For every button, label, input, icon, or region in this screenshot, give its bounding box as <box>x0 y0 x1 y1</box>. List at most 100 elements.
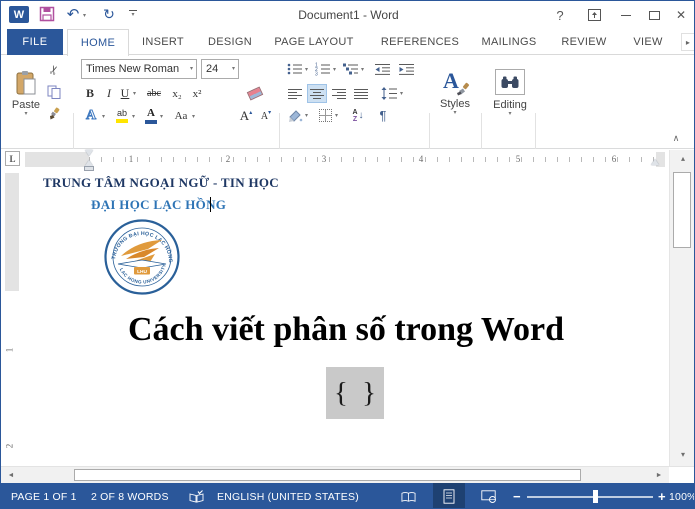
multilevel-dropdown-icon[interactable]: ▾ <box>361 67 364 73</box>
scroll-left-button[interactable]: ◄ <box>3 467 19 483</box>
highlight-button[interactable]: ab <box>113 106 131 126</box>
tab-page-layout[interactable]: PAGE LAYOUT <box>269 29 359 55</box>
undo-button[interactable]: ↶ <box>63 3 83 25</box>
grow-font-button[interactable]: A▴ <box>237 106 255 126</box>
tab-mailings[interactable]: MAILINGS <box>477 29 541 55</box>
read-mode-button[interactable] <box>395 483 421 509</box>
document-canvas[interactable]: 1 2 TRUNG TÂM NGOẠI NGỮ - TIN HỌC ĐẠI HỌ… <box>1 171 669 466</box>
underline-dropdown-icon[interactable]: ▾ <box>133 91 136 97</box>
word-count[interactable]: 2 OF 8 WORDS <box>91 483 169 509</box>
redo-button[interactable]: ↻ <box>99 3 119 25</box>
increase-indent-button[interactable] <box>397 60 417 78</box>
zoom-out-button[interactable]: − <box>513 483 521 509</box>
styles-button[interactable]: A Styles ▾ <box>433 59 477 127</box>
numbering-button[interactable]: 123 <box>313 60 333 78</box>
text-effects-dropdown-icon[interactable]: ▾ <box>102 114 105 120</box>
help-button[interactable]: ? <box>549 3 571 27</box>
cut-button[interactable]: ✂ <box>45 61 63 79</box>
multilevel-list-button[interactable] <box>341 60 361 78</box>
more-tabs-button[interactable]: ▸ <box>681 33 695 51</box>
clear-formatting-button[interactable] <box>244 84 266 103</box>
undo-dropdown-icon[interactable]: ▾ <box>83 13 86 19</box>
tab-insert[interactable]: INSERT <box>135 29 191 55</box>
borders-button[interactable] <box>315 106 335 125</box>
horizontal-scrollbar[interactable]: ◄ ► <box>1 466 695 483</box>
qat-customize-button[interactable]: ▾ <box>129 10 137 18</box>
save-button[interactable] <box>39 6 55 22</box>
change-case-dropdown-icon[interactable]: ▾ <box>192 114 195 120</box>
align-center-button[interactable] <box>307 84 327 103</box>
web-layout-button[interactable] <box>473 483 503 509</box>
text-effects-button[interactable]: A <box>81 106 101 126</box>
decrease-indent-button[interactable] <box>373 60 393 78</box>
align-right-button[interactable] <box>329 84 349 103</box>
zoom-slider-track[interactable] <box>527 496 653 498</box>
strikethrough-button[interactable]: abc <box>142 84 166 103</box>
font-size-value: 24 <box>202 63 232 75</box>
vertical-scroll-thumb[interactable] <box>673 172 691 248</box>
sort-button[interactable]: AZ ↓ <box>347 106 369 125</box>
change-case-button[interactable]: Aa <box>171 106 191 126</box>
borders-dropdown-icon[interactable]: ▾ <box>335 113 338 119</box>
font-color-dropdown-icon[interactable]: ▾ <box>160 114 163 120</box>
tab-file[interactable]: FILE <box>7 29 63 55</box>
bullets-dropdown-icon[interactable]: ▾ <box>305 67 308 73</box>
zoom-in-button[interactable]: + <box>658 483 666 509</box>
horizontal-ruler[interactable]: 1 2 3 4 5 6 <box>25 152 665 167</box>
scroll-up-button[interactable]: ▴ <box>670 150 695 167</box>
font-color-button[interactable]: A <box>143 106 159 126</box>
zoom-slider-handle[interactable] <box>593 490 598 503</box>
shading-button[interactable] <box>285 106 305 125</box>
format-painter-button[interactable] <box>45 105 63 123</box>
underline-button[interactable]: U <box>118 84 132 103</box>
close-button[interactable]: ✕ <box>669 3 693 27</box>
paste-button[interactable]: Paste ▾ <box>7 60 45 126</box>
styles-icon: A <box>442 70 468 96</box>
editing-button[interactable]: Editing ▾ <box>487 59 533 127</box>
font-size-combobox[interactable]: 24 ▾ <box>201 59 239 79</box>
scroll-down-button[interactable]: ▾ <box>670 446 695 463</box>
align-left-button[interactable] <box>285 84 305 103</box>
binoculars-icon <box>501 76 519 89</box>
tab-design[interactable]: DESIGN <box>199 29 261 55</box>
zoom-level[interactable]: 100% <box>669 483 695 509</box>
equation-placeholder[interactable]: { } <box>326 367 384 419</box>
bold-button[interactable]: B <box>81 84 99 103</box>
page-indicator[interactable]: PAGE 1 OF 1 <box>11 483 77 509</box>
bullets-button[interactable] <box>285 60 305 78</box>
scroll-right-button[interactable]: ► <box>651 467 667 483</box>
justify-button[interactable] <box>351 84 371 103</box>
tab-home[interactable]: HOME <box>67 29 129 56</box>
italic-button[interactable]: I <box>101 84 117 103</box>
shrink-font-button[interactable]: A▾ <box>257 106 275 126</box>
tab-selector-button[interactable]: L <box>5 151 20 166</box>
first-line-indent-marker[interactable] <box>85 150 93 156</box>
numbering-dropdown-icon[interactable]: ▾ <box>333 67 336 73</box>
subscript-button[interactable]: x₂ <box>168 84 186 103</box>
highlight-dropdown-icon[interactable]: ▾ <box>132 114 135 120</box>
font-name-combobox[interactable]: Times New Roman ▾ <box>81 59 197 79</box>
shading-dropdown-icon[interactable]: ▾ <box>305 113 308 119</box>
ribbon-display-options-button[interactable] <box>583 3 605 27</box>
vertical-scrollbar[interactable]: ▴ ▾ <box>669 150 695 466</box>
line-spacing-dropdown-icon[interactable]: ▾ <box>400 91 403 97</box>
tab-references[interactable]: REFERENCES <box>381 29 459 55</box>
collapse-ribbon-button[interactable]: ∧ <box>667 131 685 145</box>
print-layout-button[interactable] <box>433 483 465 509</box>
ruler-number: 3 <box>318 154 330 164</box>
doc-line2: ĐẠI HỌC LẠC HỒNG <box>91 197 226 213</box>
minimize-button[interactable] <box>615 3 637 27</box>
horizontal-scroll-thumb[interactable] <box>74 469 581 481</box>
doc-heading: Cách viết phân số trong Word <box>16 311 669 349</box>
maximize-button[interactable] <box>643 3 665 27</box>
superscript-button[interactable]: x² <box>188 84 206 103</box>
proofing-status-button[interactable] <box>185 483 207 509</box>
tab-view[interactable]: VIEW <box>627 29 669 55</box>
scissors-icon: ✂ <box>46 63 63 77</box>
copy-button[interactable] <box>45 83 63 101</box>
right-indent-marker[interactable] <box>651 159 659 165</box>
line-spacing-button[interactable] <box>379 84 399 103</box>
tab-review[interactable]: REVIEW <box>555 29 613 55</box>
language-indicator[interactable]: ENGLISH (UNITED STATES) <box>217 483 359 509</box>
show-hide-pilcrow-button[interactable]: ¶ <box>373 106 393 125</box>
